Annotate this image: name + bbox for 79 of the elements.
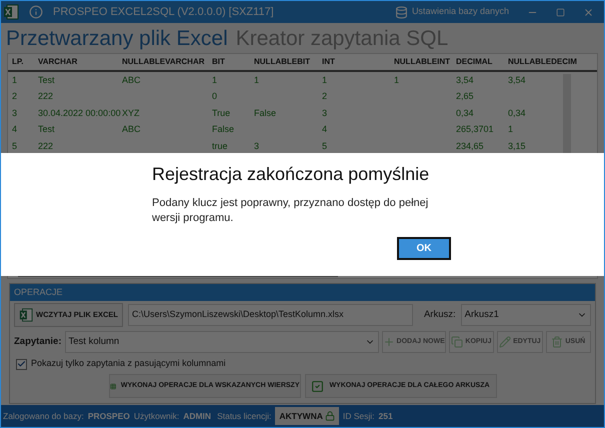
table-cell-text: 3,54 (507, 74, 527, 86)
pencil-icon (499, 336, 512, 348)
file-path-field[interactable]: C:\Users\SzymonLiszewski\Desktop\TestKolumn.xlsx (128, 304, 413, 326)
column-header[interactable]: BIT (208, 56, 250, 68)
dialog-message: Podany klucz jest poprawny, przyznano dostęp do pełnej wersji programu. (152, 196, 430, 226)
table-cell-text: 234,65 (455, 140, 485, 152)
table-cell-text: 1 (253, 74, 260, 86)
table-cell-text: 5 (321, 140, 328, 152)
checkbox-icon (311, 380, 324, 392)
table-cell-text: 4 (321, 123, 328, 136)
window-title: PROSPEO EXCEL2SQL (V2.0.0.0) [SXZ117] (53, 4, 274, 20)
sheet-dropdown[interactable]: Arkusz1 (460, 304, 591, 326)
status-label: Status licencji: (217, 410, 272, 422)
table-cell-text: Test (37, 74, 56, 86)
spreadsheet-icon (3, 4, 19, 20)
status-label: Zalogowano do bazy: (3, 410, 84, 422)
lock-icon (324, 411, 335, 421)
table-cell-text: 3 (11, 106, 18, 120)
table-cell-text: 1 (211, 74, 218, 86)
table-cell-text: true (211, 140, 229, 152)
trash-icon (551, 336, 564, 348)
checkbox[interactable] (16, 358, 27, 370)
check-icon (17, 359, 26, 369)
database-icon[interactable] (394, 6, 408, 18)
table-cell-text: 1 (11, 74, 18, 86)
table-cell-text: ABC (121, 123, 142, 136)
table-cell-text: 222 (37, 140, 54, 152)
column-header[interactable]: DECIMAL (452, 56, 504, 68)
copy-icon (451, 336, 464, 348)
maximize-icon[interactable] (556, 8, 565, 16)
table-cell-text: 1 (393, 74, 400, 86)
dialog-title: Rejestracja zakończona pomyślnie (152, 163, 430, 186)
column-header[interactable]: LP. (8, 56, 34, 68)
table-cell-text: 30.04.2022 00:00:00 (37, 106, 118, 120)
table-cell-text: 3,54 (455, 74, 475, 86)
spreadsheet-icon (19, 308, 33, 322)
checkbox-label: Pokazuj tylko zapytania z pasującymi kolumnami (31, 357, 226, 370)
query-label: Zapytanie: (14, 334, 62, 349)
query-dropdown[interactable]: Test kolumn (64, 331, 379, 353)
table-cell-text: 3 (253, 140, 260, 152)
table-cell-text: 1 (321, 74, 328, 86)
status-label: ID Sesji: (342, 410, 375, 422)
panel-header: OPERACJE (10, 284, 595, 301)
status-label: Użytkownik: (134, 410, 180, 422)
table-cell-text: 0,34 (507, 106, 527, 120)
ok-button[interactable]: OK (397, 237, 451, 260)
table-cell-text: 2,65 (455, 90, 475, 103)
table-cell-text: 0 (211, 90, 218, 103)
table-cell-text: False (253, 106, 278, 120)
table-cell-text: 2 (321, 90, 328, 103)
license-badge: AKTYWNA (275, 407, 339, 425)
column-header[interactable]: NULLABLEBIT (250, 56, 318, 68)
column-header[interactable]: INT (318, 56, 390, 68)
column-header[interactable]: NULLABLEVARCHAR (118, 56, 208, 68)
close-icon[interactable] (583, 6, 594, 18)
table-cell-text: 2 (11, 90, 18, 103)
table-cell-text: Test (37, 123, 56, 136)
column-header[interactable]: VARCHAR (34, 56, 118, 68)
status-value: 251 (378, 410, 393, 422)
table-cell-text: 222 (37, 90, 54, 103)
column-header[interactable]: NULLABLEDECIM (504, 56, 580, 68)
table-cell-text: 4 (11, 123, 18, 136)
info-icon[interactable] (29, 5, 43, 19)
table-cell-text: 0,34 (455, 106, 475, 120)
column-header[interactable]: NULLABLEINT (390, 56, 452, 68)
table-cell-text: False (211, 123, 236, 136)
table-cell-text: 265,3701 (455, 123, 495, 136)
table-cell-text: 1 (507, 123, 514, 136)
table-cell-text: 3,15 (507, 140, 527, 152)
sheet-label: Arkusz: (424, 308, 456, 322)
table-cell-text: ABC (121, 74, 142, 86)
tab[interactable]: Przetwarzany plik Excel (6, 28, 228, 48)
status-value: ADMIN (183, 410, 212, 422)
table-cell-text: 5 (11, 140, 18, 152)
table-cell-text: True (211, 106, 232, 120)
database-settings-link[interactable]: Ustawienia bazy danych (412, 5, 509, 19)
table-cell-text: 3 (321, 106, 328, 120)
status-value: PROSPEO (88, 410, 130, 422)
plus-icon (382, 336, 395, 348)
